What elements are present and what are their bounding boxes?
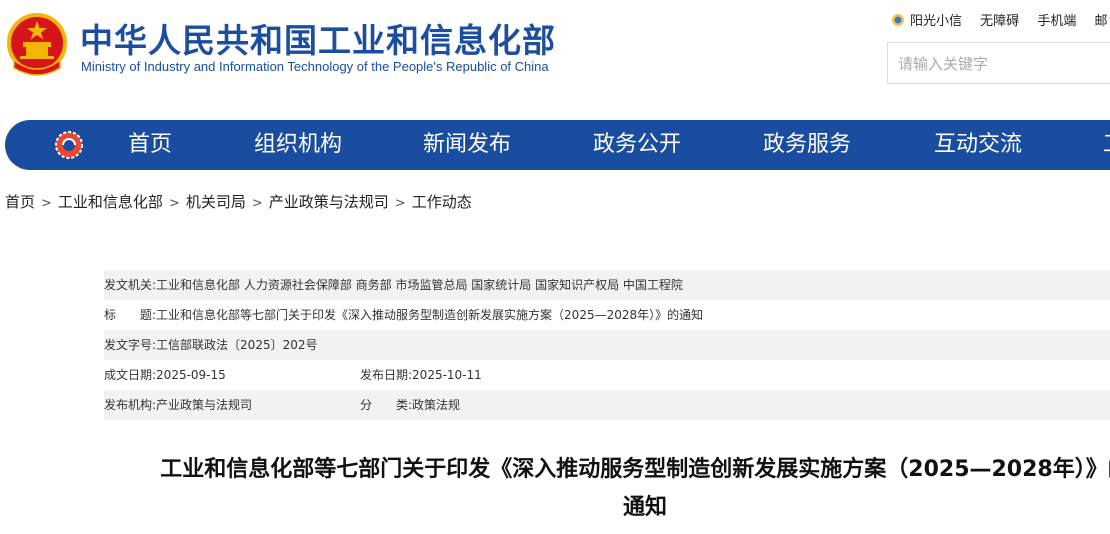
info-row-docno: 发文字号:工信部联政法〔2025〕202号 (104, 330, 1110, 360)
mail-link[interactable]: 邮 (1094, 14, 1107, 29)
national-emblem-icon[interactable] (6, 12, 68, 78)
breadcrumb: 首页 > 工业和信息化部 > 机关司局 > 产业政策与法规司 > 工作动态 (5, 191, 472, 212)
sunshine-mascot-icon (892, 14, 904, 26)
docno-value: 工信部联政法〔2025〕202号 (156, 338, 318, 352)
agency-label: 发布机构: (104, 398, 157, 412)
top-links: 阳光小信 无障碍 手机端 邮 (890, 10, 1110, 29)
site-title-en[interactable]: Ministry of Industry and Information Tec… (81, 59, 549, 74)
article-title-line1: 工业和信息化部等七部门关于印发《深入推动服务型制造创新发展实施方案（2025—2… (160, 457, 1110, 482)
docno-label: 发文字号: (104, 338, 157, 352)
title-label: 标 题: (104, 308, 157, 322)
breadcrumb-departments[interactable]: 机关司局 (186, 193, 246, 211)
main-nav: 首页 组织机构 新闻发布 政务公开 政务服务 互动交流 工 (5, 120, 1110, 170)
issuer-label: 发文机关: (104, 278, 157, 292)
written-date-value: 2025-09-15 (156, 368, 226, 382)
sunshine-link-label: 阳光小信 (910, 14, 963, 29)
nav-interaction[interactable]: 互动交流 (934, 120, 1022, 170)
sunshine-link[interactable]: 阳光小信 (890, 14, 962, 29)
nav-home[interactable]: 首页 (128, 120, 172, 170)
search-box (887, 42, 1110, 85)
site-title-cn[interactable]: 中华人民共和国工业和信息化部 (80, 14, 556, 62)
nav-organization[interactable]: 组织机构 (254, 120, 342, 170)
issuer-value: 工业和信息化部 人力资源社会保障部 商务部 市场监管总局 国家统计局 国家知识产… (156, 278, 683, 292)
agency-value: 产业政策与法规司 (156, 398, 253, 412)
info-row-title: 标 题:工业和信息化部等七部门关于印发《深入推动服务型制造创新发展实施方案（20… (104, 300, 1110, 330)
article-title: 工业和信息化部等七部门关于印发《深入推动服务型制造创新发展实施方案（2025—2… (0, 451, 1110, 527)
nav-news[interactable]: 新闻发布 (423, 120, 511, 170)
accessibility-link[interactable]: 无障碍 (980, 14, 1019, 29)
category: 分 类:政策法规 (360, 390, 460, 420)
category-value: 政策法规 (412, 398, 461, 412)
info-row-issuer: 发文机关:工业和信息化部 人力资源社会保障部 商务部 市场监管总局 国家统计局 … (104, 270, 1110, 300)
gear-logo-icon[interactable] (53, 129, 85, 161)
published-date-label: 发布日期: (360, 368, 413, 382)
document-info-table: 发文机关:工业和信息化部 人力资源社会保障部 商务部 市场监管总局 国家统计局 … (104, 270, 1110, 420)
search-input[interactable] (888, 43, 1100, 85)
published-date: 发布日期:2025-10-11 (360, 360, 482, 390)
breadcrumb-home[interactable]: 首页 (5, 193, 35, 211)
info-row-dates: 成文日期:2025-09-15 发布日期:2025-10-11 (104, 360, 1110, 390)
nav-more[interactable]: 工 (1103, 120, 1110, 170)
published-date-value: 2025-10-11 (412, 368, 482, 382)
breadcrumb-separator: > (168, 196, 180, 211)
category-label: 分 类: (360, 398, 413, 412)
site-header: 中华人民共和国工业和信息化部 Ministry of Industry and … (0, 0, 1110, 115)
written-date-label: 成文日期: (104, 368, 157, 382)
breadcrumb-policy-dept[interactable]: 产业政策与法规司 (269, 193, 389, 211)
nav-government-services[interactable]: 政务服务 (763, 120, 851, 170)
title-value: 工业和信息化部等七部门关于印发《深入推动服务型制造创新发展实施方案（2025—2… (156, 308, 704, 322)
info-row-agency: 发布机构:产业政策与法规司 分 类:政策法规 (104, 390, 1110, 420)
breadcrumb-miit[interactable]: 工业和信息化部 (58, 193, 163, 211)
breadcrumb-work-news[interactable]: 工作动态 (412, 193, 472, 211)
breadcrumb-separator: > (41, 196, 52, 211)
nav-government-affairs[interactable]: 政务公开 (593, 120, 681, 170)
breadcrumb-separator: > (394, 196, 406, 211)
mobile-link[interactable]: 手机端 (1037, 14, 1076, 29)
article-title-line2: 通知 (622, 495, 667, 520)
breadcrumb-separator: > (251, 196, 263, 211)
